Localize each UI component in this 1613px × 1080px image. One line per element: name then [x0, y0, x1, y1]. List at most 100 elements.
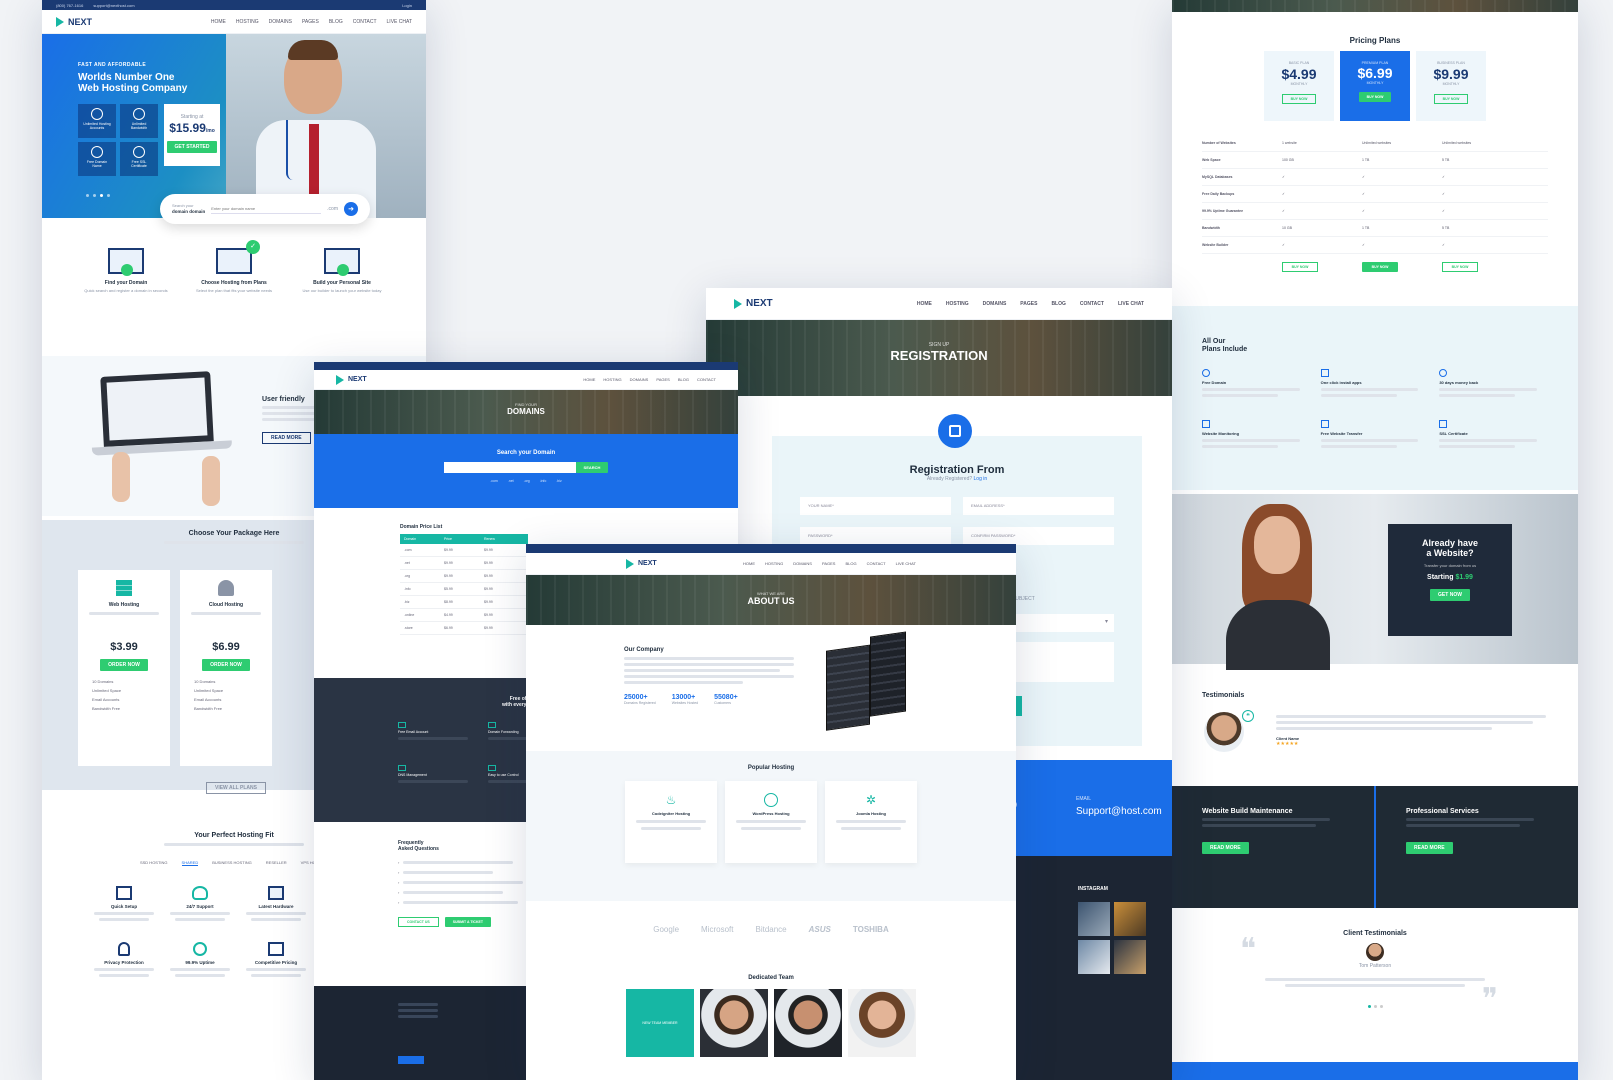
site-logo[interactable]: NEXT: [734, 298, 773, 309]
hero-person-photo: [226, 34, 426, 218]
nav-home[interactable]: HOME: [743, 561, 755, 566]
tld-select[interactable]: .com: [327, 206, 338, 213]
hosting-card-wordpress[interactable]: WordPress Hosting: [725, 781, 817, 863]
cta-text: Transfer your domain from us: [1423, 562, 1477, 568]
topbar-login[interactable]: Login: [402, 3, 412, 8]
nav-pages[interactable]: PAGES: [656, 377, 670, 382]
tab-business[interactable]: BUSINESS HOSTING: [212, 860, 252, 866]
hero-kicker: FAST AND AFFORDABLE: [78, 62, 147, 68]
get-now-button[interactable]: GET NOW: [1430, 588, 1470, 601]
nav-live-chat[interactable]: LIVE CHAT: [1118, 301, 1144, 307]
brand-microsoft: Microsoft: [701, 925, 734, 934]
buy-now-button[interactable]: BUY NOW: [1281, 93, 1317, 104]
nav-hosting[interactable]: HOSTING: [765, 561, 783, 566]
monitor-search-icon: [108, 248, 144, 276]
server-icon: [116, 580, 132, 596]
nav-domains[interactable]: DOMAINS: [630, 377, 649, 382]
nav-blog[interactable]: BLOG: [1051, 301, 1065, 307]
nav-hosting[interactable]: HOSTING: [603, 377, 621, 382]
order-now-button[interactable]: ORDER NOW: [202, 659, 250, 671]
tab-reseller[interactable]: RESELLER: [266, 860, 287, 866]
site-logo[interactable]: NEXT: [626, 559, 657, 569]
nav-domains[interactable]: DOMAINS: [793, 561, 812, 566]
team-member-photo[interactable]: [700, 989, 768, 1057]
nav-home[interactable]: HOME: [211, 19, 226, 25]
footer-button[interactable]: [398, 1056, 424, 1064]
dns-feature: DNS Management: [398, 765, 488, 786]
nav-blog[interactable]: BLOG: [329, 19, 343, 25]
read-more-button[interactable]: READ MORE: [262, 432, 311, 444]
nav-pages[interactable]: PAGES: [822, 561, 836, 566]
hero-get-started-button[interactable]: GET STARTED: [166, 141, 218, 153]
read-more-button[interactable]: READ MORE: [1406, 842, 1453, 854]
nav-live-chat[interactable]: LIVE CHAT: [387, 19, 412, 25]
site-logo[interactable]: NEXT: [56, 17, 92, 27]
read-more-button[interactable]: READ MORE: [1202, 842, 1249, 854]
table-header: Domain Price Renew: [400, 534, 528, 544]
team-member-hover[interactable]: NEW TEAM MEMBER: [626, 989, 694, 1057]
nav-live-chat[interactable]: LIVE CHAT: [896, 561, 916, 566]
nav-hosting[interactable]: HOSTING: [946, 301, 969, 307]
service-build: Website Build Maintenance READ MORE: [1172, 786, 1376, 908]
package-card-cloud: Cloud Hosting $6.99 ORDER NOW 10 Domains…: [180, 570, 272, 766]
hero-carousel-dots[interactable]: [86, 194, 110, 197]
nav-home[interactable]: HOME: [917, 301, 932, 307]
tab-shared[interactable]: SHARED: [181, 860, 199, 866]
steps-section: Find your Domain Quick search and regist…: [42, 240, 426, 350]
search-arrow-icon[interactable]: ➜: [344, 202, 358, 216]
table-row: Website Builder ✓ ✓ ✓: [1202, 237, 1548, 254]
pricing-compare-table: Number of Websites 1 website Unlimited web…: [1202, 135, 1548, 272]
nav-home[interactable]: HOME: [583, 377, 595, 382]
domain-search-input[interactable]: [443, 462, 576, 473]
nav-pages[interactable]: PAGES: [1020, 301, 1037, 307]
domain-search-button[interactable]: SEARCH: [575, 462, 609, 473]
password-field[interactable]: PASSWORD*: [800, 527, 951, 545]
buy-now-button[interactable]: BUY NOW: [1282, 262, 1318, 272]
site-logo[interactable]: NEXT: [336, 375, 367, 385]
nav-domains[interactable]: DOMAINS: [269, 19, 292, 25]
login-link[interactable]: Log in: [974, 476, 988, 482]
testimonial-dots[interactable]: [1172, 1005, 1578, 1008]
tab-ssd[interactable]: SSD HOSTING: [140, 860, 168, 866]
nav-contact[interactable]: CONTACT: [867, 561, 886, 566]
buy-now-button[interactable]: BUY NOW: [1442, 262, 1478, 272]
gauge-icon: [193, 942, 207, 956]
buy-now-button[interactable]: BUY NOW: [1358, 92, 1392, 102]
nav-blog[interactable]: BLOG: [678, 377, 689, 382]
hosting-card-joomla[interactable]: ✲ Joomla Hosting: [825, 781, 917, 863]
contact-us-button[interactable]: CONTACT US: [398, 917, 439, 927]
include-monitoring: Website Monitoring: [1202, 419, 1311, 451]
hero-features-grid: Unlimited Hosting Accounts Unlimited Ban…: [78, 104, 158, 176]
plans-include-section: All Our Plans Include Free Domain One cli…: [1172, 306, 1578, 490]
contact-email-label: EMAIL: [1076, 796, 1092, 802]
buy-now-button[interactable]: BUY NOW: [1362, 262, 1398, 272]
nav-pages[interactable]: PAGES: [302, 19, 319, 25]
nav-domains[interactable]: DOMAINS: [983, 301, 1007, 307]
name-field[interactable]: YOUR NAME*: [800, 497, 951, 515]
contact-email[interactable]: Support@host.com: [1076, 806, 1162, 817]
hosting-card-codeigniter[interactable]: ♨ Codeigniter Hosting: [625, 781, 717, 863]
table-row: Free Daily Backups ✓ ✓ ✓: [1202, 186, 1548, 203]
nav-contact[interactable]: CONTACT: [1080, 301, 1104, 307]
order-now-button[interactable]: ORDER NOW: [100, 659, 148, 671]
confirm-password-field[interactable]: CONFIRM PASSWORD*: [963, 527, 1114, 545]
monitor-check-icon: ✓: [216, 240, 260, 274]
email-icon: [398, 722, 406, 728]
table-row: Bandwidth 10 GB 1 TB 5 TB: [1202, 220, 1548, 237]
team-member-photo[interactable]: [848, 989, 916, 1057]
nav-contact[interactable]: CONTACT: [697, 377, 716, 382]
buy-now-button[interactable]: BUY NOW: [1433, 93, 1469, 104]
email-field[interactable]: EMAIL ADDRESS*: [963, 497, 1114, 515]
step-choose-hosting: ✓ Choose Hosting from Plans Select the p…: [189, 240, 279, 350]
headset-icon: [192, 886, 208, 900]
view-all-plans-button[interactable]: VIEW ALL PLANS: [206, 782, 266, 794]
monitor-build-icon: [324, 248, 360, 276]
nav-blog[interactable]: BLOG: [845, 561, 856, 566]
nav-contact[interactable]: CONTACT: [353, 19, 377, 25]
nav-hosting[interactable]: HOSTING: [236, 19, 259, 25]
submit-ticket-button[interactable]: SUBMIT A TICKET: [444, 917, 491, 927]
footer-strip: [1172, 1062, 1578, 1080]
team-member-photo[interactable]: [774, 989, 842, 1057]
domain-search-input[interactable]: [211, 204, 322, 214]
form-title: Registration From: [909, 464, 1005, 476]
